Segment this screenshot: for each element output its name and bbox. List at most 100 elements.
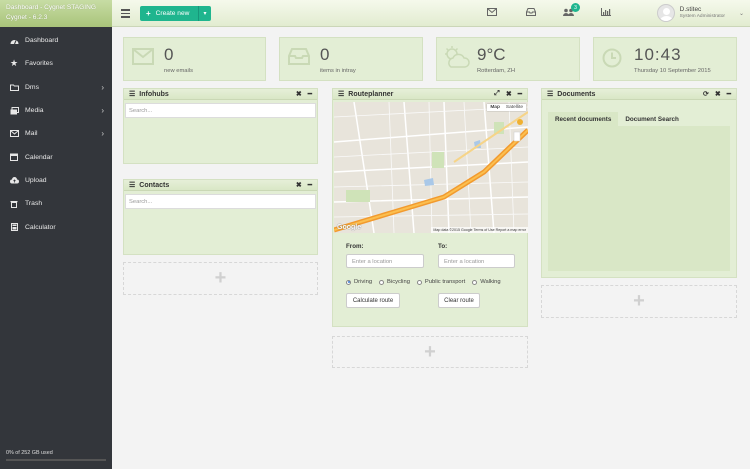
sidebar-item-calculator[interactable]: Calculator <box>0 215 112 238</box>
stat-label: items in intray <box>320 68 356 74</box>
sidebar-item-upload[interactable]: Upload <box>0 169 112 192</box>
tab-recent-documents[interactable]: Recent documents <box>548 112 619 126</box>
stat-label: new emails <box>164 68 193 74</box>
inbox-tray-icon[interactable] <box>526 8 536 16</box>
sidebar-item-label: Dms <box>25 83 39 91</box>
widget-title: Infohubs <box>139 90 169 98</box>
plus-icon: + <box>146 9 151 18</box>
app-title: Dashboard - Cygnet STAGING <box>6 4 97 11</box>
sidebar-item-mail[interactable]: Mail › <box>0 122 112 145</box>
close-icon[interactable]: ✖ <box>715 90 721 98</box>
map-type-map[interactable]: Map <box>487 104 503 111</box>
radio-unselected <box>472 279 478 285</box>
add-widget-button[interactable]: + <box>123 262 318 295</box>
add-widget-button[interactable]: + <box>332 336 528 368</box>
plus-icon: + <box>424 340 436 363</box>
clock-icon <box>602 48 622 70</box>
envelope-icon[interactable] <box>487 8 497 16</box>
tab-document-search[interactable]: Document Search <box>618 112 686 126</box>
refresh-icon[interactable]: ⟳ <box>703 90 709 98</box>
app-version: Cygnet - 6.2.3 <box>6 14 48 21</box>
topbar: + Create new ▾ 3 D.stitec System Adminis… <box>112 0 750 27</box>
minimize-icon[interactable]: ━ <box>308 181 312 189</box>
sidebar-item-favorites[interactable]: ★ Favorites <box>0 52 112 75</box>
plus-icon: + <box>633 290 645 312</box>
stat-value: 0 <box>164 45 174 64</box>
storage-bar <box>6 459 106 461</box>
stat-card-intray[interactable]: 0 items in intray <box>279 37 423 81</box>
media-icon <box>9 106 19 116</box>
close-icon[interactable]: ✖ <box>296 90 302 98</box>
minimize-icon[interactable]: ━ <box>308 90 312 98</box>
chevron-right-icon: › <box>101 106 104 116</box>
sidebar-item-label: Upload <box>25 176 47 184</box>
stat-value: 0 <box>320 45 330 64</box>
clear-route-button[interactable]: Clear route <box>438 293 480 308</box>
notification-badge: 3 <box>571 3 580 12</box>
expand-icon[interactable]: ⤢ <box>494 90 500 98</box>
stat-label: Rotterdam, ZH <box>477 68 516 74</box>
widget-header: ☰ Contacts ✖ ━ <box>124 180 317 191</box>
minimize-icon[interactable]: ━ <box>727 90 731 98</box>
sidebar-item-calendar[interactable]: Calendar <box>0 145 112 168</box>
sidebar-item-dashboard[interactable]: Dashboard <box>0 29 112 52</box>
sidebar-item-label: Mail <box>25 130 38 138</box>
list-icon: ☰ <box>129 182 136 189</box>
sidebar-item-label: Media <box>25 107 44 115</box>
stat-value: 10:43 <box>634 45 682 64</box>
menu-toggle-icon[interactable] <box>121 9 130 20</box>
infohubs-search-input[interactable]: Search... <box>125 103 316 118</box>
stat-card-time[interactable]: 10:43 Thursday 10 September 2015 <box>593 37 737 81</box>
to-label: To: <box>438 243 448 250</box>
sidebar-item-dms[interactable]: Dms › <box>0 76 112 99</box>
mode-public-transport-radio[interactable]: Public transport <box>416 279 465 285</box>
radio-selected <box>346 279 351 285</box>
list-icon: ☰ <box>547 91 554 98</box>
app-brand[interactable]: Dashboard - Cygnet STAGING Cygnet - 6.2.… <box>0 0 112 27</box>
add-widget-button[interactable]: + <box>541 285 737 318</box>
infohubs-widget: ☰ Infohubs ✖ ━ Search... <box>123 88 318 164</box>
mode-bicycling-radio[interactable]: Bicycling <box>379 279 410 285</box>
widget-header: ☰ Documents ⟳ ✖ ━ <box>542 89 736 100</box>
create-new-label: Create new <box>155 10 190 17</box>
map-type-toggle: Map Satellite <box>487 104 526 111</box>
mode-walking-radio[interactable]: Walking <box>472 279 501 285</box>
users-icon[interactable]: 3 <box>563 3 580 16</box>
avatar <box>656 4 675 22</box>
caret-down-icon[interactable]: ▾ <box>198 6 211 21</box>
minimize-icon[interactable]: ━ <box>518 90 522 98</box>
user-name: D.stitec <box>679 6 702 13</box>
user-menu[interactable]: D.stitec System Administrator ⌄ <box>656 4 744 22</box>
sidebar-item-trash[interactable]: Trash <box>0 192 112 215</box>
bar-chart-icon[interactable] <box>601 8 611 16</box>
inbox-tray-icon <box>288 48 310 67</box>
to-location-input[interactable]: Enter a location <box>438 254 515 268</box>
trash-icon <box>9 199 19 209</box>
stat-value: 9°C <box>477 45 506 64</box>
contacts-search-input[interactable]: Search... <box>125 194 316 209</box>
close-icon[interactable]: ✖ <box>296 181 302 189</box>
mode-label: Walking <box>480 279 501 285</box>
sidebar-item-label: Favorites <box>25 60 53 68</box>
sidebar-item-media[interactable]: Media › <box>0 99 112 122</box>
map-attribution: Map data ©2015 Google Terms of Use Repor… <box>431 227 528 233</box>
stat-label: Thursday 10 September 2015 <box>634 68 711 74</box>
close-icon[interactable]: ✖ <box>506 90 512 98</box>
chevron-down-icon: ⌄ <box>738 10 744 17</box>
map-type-satellite[interactable]: Satellite <box>503 104 526 111</box>
route-map[interactable]: Map Satellite Google Map data ©2015 Goog… <box>334 102 528 233</box>
calculator-icon <box>9 222 19 232</box>
calendar-icon <box>9 152 19 162</box>
sidebar-item-label: Trash <box>25 200 43 208</box>
widget-header: ☰ Routeplanner ⤢ ✖ ━ <box>333 89 527 100</box>
calculate-route-button[interactable]: Calculate route <box>346 293 400 308</box>
stat-card-weather[interactable]: 9°C Rotterdam, ZH <box>436 37 580 81</box>
stat-card-emails[interactable]: 0 new emails <box>123 37 266 81</box>
envelope-icon <box>9 129 19 139</box>
partly-cloudy-icon <box>443 45 471 71</box>
create-new-button[interactable]: + Create new ▾ <box>140 6 211 21</box>
from-location-input[interactable]: Enter a location <box>346 254 424 268</box>
from-label: From: <box>346 243 364 250</box>
map-logo: Google <box>337 224 362 231</box>
mode-driving-radio[interactable]: Driving <box>346 279 372 285</box>
